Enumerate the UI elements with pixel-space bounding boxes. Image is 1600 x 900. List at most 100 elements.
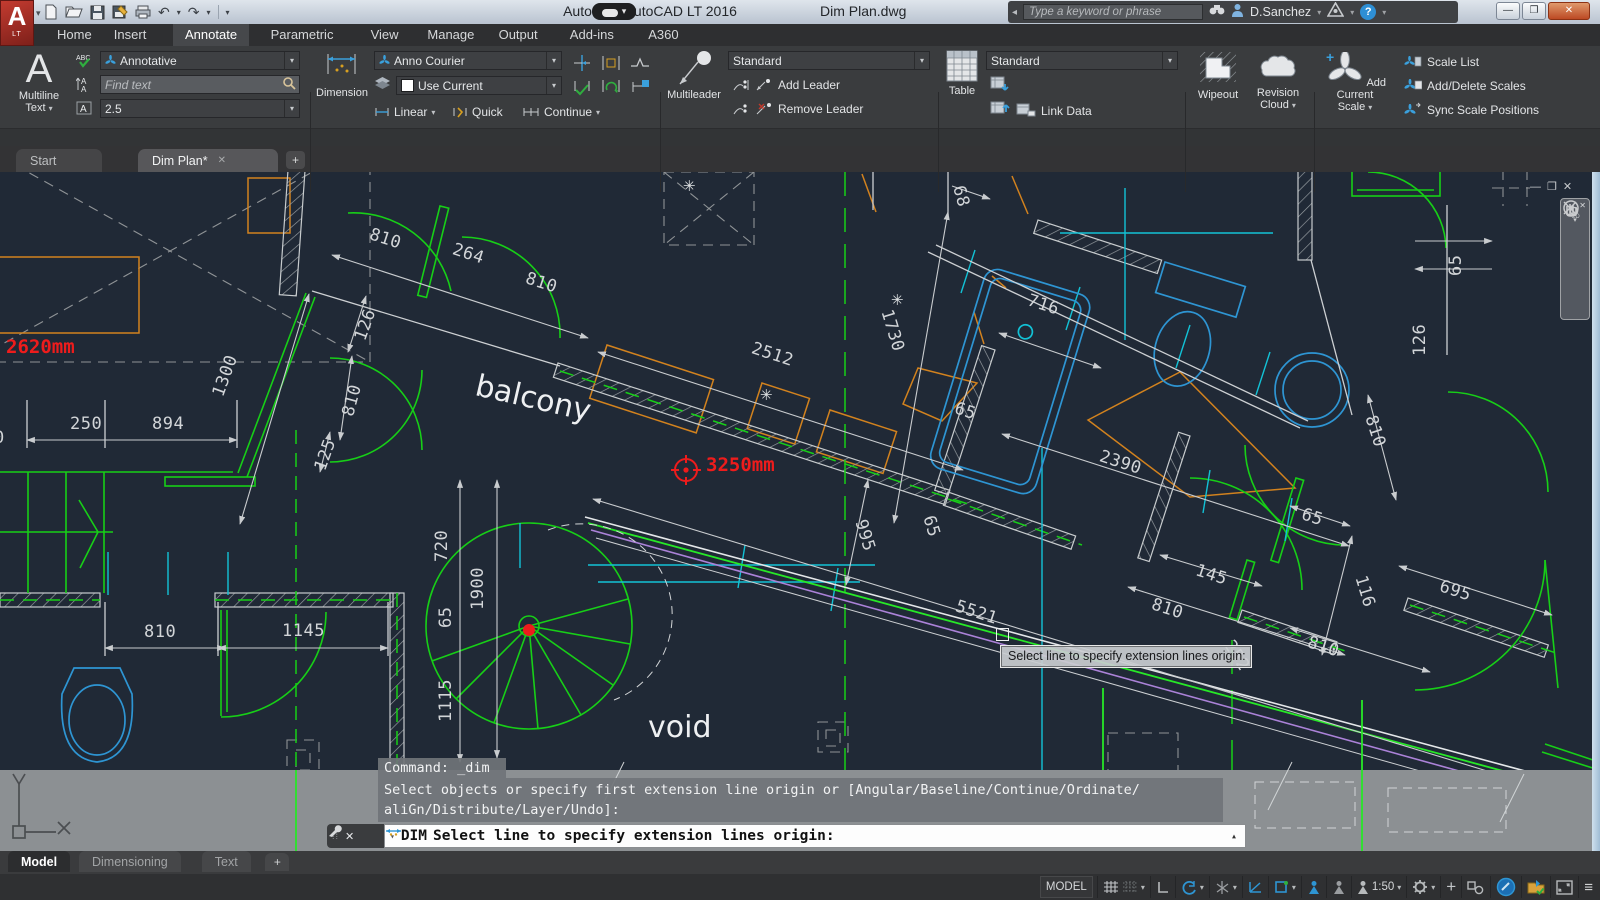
polar-tracking-button[interactable]: ▾ xyxy=(1175,876,1209,898)
new-file-icon[interactable] xyxy=(44,4,58,20)
application-menu-button[interactable]: A LT xyxy=(0,0,34,46)
close-button[interactable]: ✕ xyxy=(1548,2,1590,20)
dim-layer-combo[interactable]: Use Current▾ xyxy=(396,76,562,95)
object-snap-tracking-button[interactable] xyxy=(1242,876,1268,898)
dim-style-combo[interactable]: Anno Courier▾ xyxy=(374,51,562,70)
continue-dim-button[interactable]: Continue▾ xyxy=(522,102,600,122)
a360-icon[interactable] xyxy=(1327,2,1344,22)
add-current-scale-button[interactable]: + Add Current Scale ▾ xyxy=(1322,50,1388,114)
save-icon[interactable] xyxy=(90,5,105,20)
model-space-button[interactable]: MODEL xyxy=(1040,876,1093,898)
file-tab-close-icon[interactable]: ✕ xyxy=(218,155,226,166)
ortho-button[interactable] xyxy=(1150,876,1175,898)
extract-data-icon[interactable] xyxy=(990,76,1010,98)
new-drawing-tab-button[interactable]: + xyxy=(286,151,305,169)
isolate-objects-button[interactable] xyxy=(1461,876,1490,898)
file-tab-start[interactable]: Start xyxy=(16,149,102,172)
annotation-visibility-button[interactable] xyxy=(1301,876,1326,898)
revision-cloud-button[interactable]: Revision Cloud ▾ xyxy=(1248,50,1308,112)
help-icon[interactable]: ? xyxy=(1360,4,1376,20)
dim-break-icon[interactable] xyxy=(572,54,592,77)
command-input-bar[interactable]: ▾ DIM Select line to specify extension l… xyxy=(384,824,1246,848)
search-input[interactable] xyxy=(1023,4,1203,20)
user-menu-caret-icon[interactable]: ▾ xyxy=(1317,8,1321,17)
ribbon-tab-view[interactable]: View xyxy=(359,24,411,46)
undo-caret-icon[interactable]: ▾ xyxy=(177,8,181,17)
viewport-window-controls[interactable]: —❐✕ xyxy=(1530,180,1578,193)
table-style-combo[interactable]: Standard▾ xyxy=(986,51,1178,70)
ribbon-tab-parametric[interactable]: Parametric xyxy=(259,24,346,46)
command-expand-caret-icon[interactable]: ▴ xyxy=(1231,831,1237,842)
infocenter-collapse-icon[interactable]: ◂ xyxy=(1012,7,1017,18)
ribbon-tab-add-ins[interactable]: Add-ins xyxy=(558,24,626,46)
minimize-button[interactable]: — xyxy=(1496,2,1520,20)
maximize-button[interactable]: ❐ xyxy=(1522,2,1546,20)
application-menu-caret-icon[interactable]: ▾ xyxy=(36,8,41,19)
text-height-combo[interactable]: 2.5▾ xyxy=(100,99,300,118)
text-style-combo[interactable]: Annotative▾ xyxy=(100,51,300,70)
ribbon-tab-home[interactable]: Home xyxy=(45,24,104,46)
grid-snap-button[interactable]: ▾ xyxy=(1097,876,1150,898)
user-avatar-icon[interactable] xyxy=(1231,3,1244,22)
scale-list-button[interactable]: Scale List xyxy=(1404,54,1479,69)
navigation-bar[interactable]: ✕ 2D ▾ xyxy=(1560,198,1590,320)
open-file-icon[interactable] xyxy=(65,5,83,19)
command-customize-wrench-icon[interactable] xyxy=(327,824,342,838)
search-binoculars-icon[interactable] xyxy=(1209,3,1225,21)
customization-menu-button[interactable]: ≡ xyxy=(1578,876,1598,898)
signed-in-user[interactable]: D.Sanchez xyxy=(1250,5,1311,19)
zoom-extents-icon[interactable] xyxy=(1561,199,1581,217)
annotation-scale-button[interactable]: 1:50 ▾ xyxy=(1351,876,1406,898)
layout-tab-text[interactable]: Text xyxy=(202,851,251,872)
text-style-icon[interactable]: A xyxy=(76,100,94,121)
qat-customize-icon[interactable]: ▾ xyxy=(226,8,230,17)
ribbon-tab-insert[interactable]: Insert xyxy=(102,24,159,46)
ribbon-tab-manage[interactable]: Manage xyxy=(415,24,486,46)
plus-object-button[interactable]: + xyxy=(1440,876,1461,898)
multileader-button[interactable]: Multileader xyxy=(664,50,724,101)
find-text-input[interactable]: Find text xyxy=(100,75,300,94)
dim-reassociate-icon[interactable] xyxy=(600,78,622,101)
ribbon-tab-a360[interactable]: A360 xyxy=(636,24,690,46)
graphics-performance-button[interactable] xyxy=(1490,876,1521,898)
fullscreen-button[interactable] xyxy=(1550,876,1578,898)
customization-gear-button[interactable]: ▾ xyxy=(1406,876,1440,898)
redo-caret-icon[interactable]: ▾ xyxy=(206,8,210,17)
dimension-button[interactable]: Dimension xyxy=(314,50,370,99)
mleader-style-combo[interactable]: Standard▾ xyxy=(728,51,930,70)
file-tab-dim-plan[interactable]: Dim Plan*✕ xyxy=(138,149,278,172)
command-close-icon[interactable]: ✕ xyxy=(345,830,354,843)
spell-check-icon[interactable]: ABC xyxy=(76,52,94,73)
isometric-drafting-button[interactable]: ▾ xyxy=(1209,876,1242,898)
ribbon-tab-output[interactable]: Output xyxy=(487,24,550,46)
redo-icon[interactable]: ↷ xyxy=(188,4,200,21)
ribbon-tab-annotate[interactable]: Annotate xyxy=(173,24,249,46)
table-button[interactable]: Table xyxy=(940,50,984,97)
new-layout-button[interactable]: + xyxy=(265,853,289,871)
vertical-scrollbar[interactable] xyxy=(1592,172,1600,851)
print-icon[interactable] xyxy=(135,5,151,19)
object-snap-button[interactable]: ▾ xyxy=(1268,876,1301,898)
add-delete-scales-button[interactable]: Add/Delete Scales xyxy=(1404,78,1526,93)
find-search-icon[interactable] xyxy=(282,76,296,93)
quick-dim-button[interactable]: Quick xyxy=(452,102,503,122)
jog-line-icon[interactable] xyxy=(630,54,650,77)
trusted-autodesk-button[interactable] xyxy=(1521,876,1550,898)
adjust-space-icon[interactable] xyxy=(600,54,622,77)
dim-update-icon[interactable] xyxy=(572,78,592,101)
multiline-text-button[interactable]: A Multiline Text ▾ xyxy=(8,48,70,115)
a360-caret-icon[interactable]: ▾ xyxy=(1350,8,1354,17)
undo-icon[interactable]: ↶ xyxy=(158,4,170,21)
linear-dim-button[interactable]: Linear▾ xyxy=(374,102,435,122)
remove-leader-button[interactable]: Remove Leader xyxy=(732,102,863,116)
connect-button[interactable]: ▾ xyxy=(592,3,636,20)
sync-scale-positions-button[interactable]: Sync Scale Positions xyxy=(1404,102,1539,117)
drawing-canvas[interactable]: 8102648101268101300125250894025121730687… xyxy=(0,172,1600,851)
auto-scale-button[interactable] xyxy=(1326,876,1351,898)
wipeout-button[interactable]: Wipeout xyxy=(1190,50,1246,101)
text-align-icon[interactable]: AA xyxy=(76,76,94,97)
layout-tab-model[interactable]: Model xyxy=(8,851,70,872)
dim-override-icon[interactable] xyxy=(630,78,650,101)
link-data-button[interactable]: Link Data xyxy=(1016,102,1092,119)
command-window-grip[interactable]: ⁞⁞ ✕ xyxy=(327,824,384,848)
